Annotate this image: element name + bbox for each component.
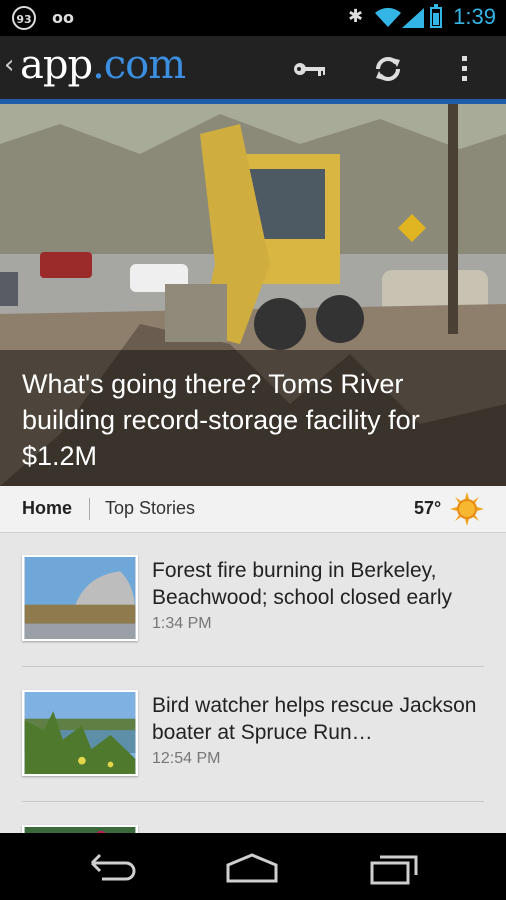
voicemail-icon: oo: [52, 8, 74, 27]
recent-apps-icon[interactable]: [366, 849, 426, 885]
story-time: 1:34 PM: [152, 615, 212, 632]
story-thumbnail: [22, 825, 138, 833]
hero-story[interactable]: What's going there? Toms River building …: [0, 104, 506, 486]
story-title[interactable]: Bird watcher helps rescue Jackson boater…: [152, 692, 482, 746]
notification-count-badge: 93: [12, 6, 36, 30]
signal-icon: [402, 8, 424, 28]
story-thumbnail: [22, 690, 138, 776]
hero-headline[interactable]: What's going there? Toms River building …: [22, 366, 482, 474]
list-divider: [22, 666, 484, 667]
logo-main-text: app: [20, 42, 93, 88]
key-icon[interactable]: [292, 54, 328, 84]
status-bar: 93 oo ✱ 1:39: [0, 0, 506, 36]
battery-icon: [430, 4, 442, 28]
back-icon[interactable]: [82, 849, 142, 885]
back-chevron-icon[interactable]: ‹: [4, 50, 14, 80]
weather-temperature[interactable]: 57°: [414, 498, 441, 519]
tab-home[interactable]: Home: [22, 498, 72, 519]
story-time: 12:54 PM: [152, 750, 221, 767]
sun-icon[interactable]: [450, 492, 484, 526]
overflow-menu-icon[interactable]: [446, 54, 482, 84]
story-list: Forest fire burning in Berkeley, Beachwo…: [0, 533, 506, 833]
section-tabs: Home Top Stories 57°: [0, 486, 506, 533]
bluetooth-icon: ✱: [348, 6, 364, 27]
refresh-icon[interactable]: [370, 54, 406, 84]
list-divider: [22, 801, 484, 802]
story-thumbnail: [22, 555, 138, 641]
wifi-icon: [375, 7, 401, 28]
system-nav-bar: [0, 833, 506, 900]
app-bar: ‹ app.com: [0, 36, 506, 104]
list-item[interactable]: Forest fire burning in Berkeley, Beachwo…: [22, 533, 484, 667]
status-time: 1:39: [453, 4, 496, 29]
app-logo[interactable]: app.com: [20, 42, 186, 88]
home-icon[interactable]: [222, 849, 282, 885]
tab-divider: [89, 498, 90, 520]
logo-domain-text: .com: [92, 42, 186, 88]
story-title[interactable]: Forest fire burning in Berkeley, Beachwo…: [152, 557, 482, 611]
list-item[interactable]: [22, 803, 484, 833]
tab-top-stories[interactable]: Top Stories: [105, 498, 195, 519]
list-item[interactable]: Bird watcher helps rescue Jackson boater…: [22, 668, 484, 802]
